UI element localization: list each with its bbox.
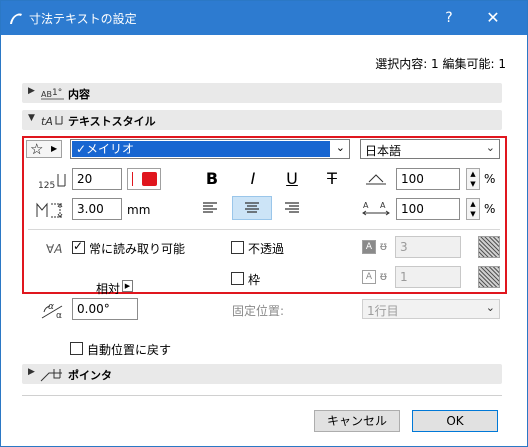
- svg-text:α: α: [48, 302, 54, 312]
- percent-label: %: [484, 172, 496, 186]
- auto-reposition-label: 自動位置に戻す: [87, 343, 172, 357]
- pen-icon: ᵿ: [380, 269, 387, 283]
- archicad-app-icon: [10, 13, 22, 24]
- collapse-triangle-icon[interactable]: ▼: [28, 113, 35, 123]
- svg-text:A: A: [380, 201, 386, 210]
- strikethrough-button[interactable]: T: [318, 167, 346, 191]
- font-size-input[interactable]: 20: [72, 168, 122, 190]
- pen-height-input[interactable]: 3.00: [72, 198, 122, 220]
- window-title: 寸法テキストの設定: [29, 12, 137, 26]
- unit-label: mm: [127, 203, 151, 217]
- width-factor-spinner[interactable]: ▲ ▼: [466, 168, 480, 190]
- language-dropdown[interactable]: 日本語 ⌄: [360, 139, 500, 159]
- opaque-label: 不透過: [248, 242, 285, 256]
- color-swatch: [142, 172, 157, 186]
- font-name: ✓メイリオ: [72, 141, 330, 157]
- frame-label: 枠: [248, 273, 261, 287]
- pen-a-input: 3: [395, 236, 461, 258]
- cancel-button[interactable]: キャンセル: [314, 410, 400, 432]
- language-value: 日本語: [365, 144, 402, 158]
- width-factor-icon: [366, 174, 386, 185]
- spin-up-icon[interactable]: ▲: [467, 199, 479, 209]
- star-icon: ☆: [30, 140, 44, 158]
- ok-button[interactable]: OK: [412, 410, 498, 432]
- spin-down-icon[interactable]: ▼: [467, 209, 479, 219]
- pointer-icon: [40, 369, 62, 382]
- italic-button[interactable]: I: [239, 167, 267, 191]
- underline-button[interactable]: U: [278, 167, 306, 191]
- readable-text-icon: ∀A: [46, 242, 62, 256]
- fill-pattern-button: [478, 236, 500, 258]
- frame-checkbox[interactable]: [231, 272, 244, 285]
- chevron-down-icon: ⌄: [485, 141, 495, 154]
- svg-text:α: α: [56, 311, 62, 320]
- fill-pattern-button: [478, 266, 500, 288]
- chevron-down-icon: ⌄: [335, 141, 345, 154]
- text-angle-icon: α α: [41, 302, 63, 320]
- svg-text:AB: AB: [41, 90, 52, 99]
- section-pointer[interactable]: ▶ ポインタ: [22, 364, 502, 384]
- favorites-button[interactable]: ☆ ▶: [26, 140, 62, 158]
- divider: [22, 395, 502, 396]
- pen-b-icon: A: [362, 270, 376, 284]
- help-button[interactable]: ?: [437, 8, 461, 28]
- align-center-button[interactable]: [232, 196, 272, 220]
- align-center-icon: [245, 202, 259, 213]
- section-pointer-label: ポインタ: [68, 369, 112, 382]
- fixed-position-dropdown: 1行目 ⌄: [362, 299, 500, 319]
- section-text-style-label: テキストスタイル: [68, 115, 156, 128]
- pen-icon: ᵿ: [380, 239, 387, 253]
- expand-triangle-icon[interactable]: ▶: [28, 86, 35, 96]
- font-size-icon: 125: [38, 174, 66, 191]
- font-dropdown[interactable]: ✓メイリオ ⌄: [70, 139, 350, 159]
- chevron-right-icon: ▶: [51, 144, 58, 153]
- expand-triangle-icon[interactable]: ▶: [28, 367, 35, 377]
- svg-text:1°: 1°: [52, 88, 62, 98]
- align-left-icon: [203, 202, 217, 213]
- text-content-icon: AB 1°: [41, 88, 64, 100]
- opaque-checkbox[interactable]: [231, 241, 244, 254]
- text-height-icon: [36, 202, 63, 218]
- svg-text:A: A: [363, 201, 369, 210]
- section-contents-label: 内容: [68, 88, 90, 101]
- spacing-factor-input[interactable]: 100: [396, 198, 460, 220]
- chevron-down-icon: ⌄: [485, 301, 495, 314]
- svg-text:125: 125: [38, 181, 55, 191]
- pen-a-icon: A: [362, 240, 376, 254]
- align-left-button[interactable]: [190, 196, 230, 220]
- selection-info: 選択内容: 1 編集可能: 1: [375, 57, 506, 71]
- fixed-position-value: 1行目: [367, 304, 399, 318]
- section-text-style[interactable]: ▼ tA テキストスタイル: [22, 110, 502, 130]
- pen-b-input: 1: [395, 266, 461, 288]
- spin-down-icon[interactable]: ▼: [467, 179, 479, 189]
- spacing-factor-icon: A A: [362, 201, 390, 216]
- relative-menu-button[interactable]: ▶: [122, 280, 133, 292]
- spacing-factor-spinner[interactable]: ▲ ▼: [466, 198, 480, 220]
- section-contents[interactable]: ▶ AB 1° 内容: [22, 83, 502, 103]
- divider: [28, 229, 500, 230]
- text-style-icon: tA: [41, 115, 63, 128]
- spin-up-icon[interactable]: ▲: [467, 169, 479, 179]
- svg-text:tA: tA: [41, 115, 53, 128]
- title-bar: 寸法テキストの設定 ? ✕: [1, 1, 527, 35]
- always-readable-checkbox[interactable]: [72, 239, 85, 254]
- bold-button[interactable]: B: [198, 167, 226, 191]
- relative-label: 相対: [96, 282, 121, 296]
- svg-text:∀A: ∀A: [46, 242, 62, 256]
- align-right-icon: [285, 202, 299, 213]
- always-readable-label: 常に読み取り可能: [89, 242, 186, 256]
- fixed-position-label: 固定位置:: [232, 304, 285, 318]
- close-button[interactable]: ✕: [481, 8, 505, 28]
- text-color-button[interactable]: [127, 168, 161, 190]
- percent-label: %: [484, 202, 496, 216]
- width-factor-input[interactable]: 100: [396, 168, 460, 190]
- auto-reposition-checkbox[interactable]: [70, 342, 83, 355]
- align-right-button[interactable]: [272, 196, 312, 220]
- angle-input[interactable]: 0.00°: [72, 298, 138, 320]
